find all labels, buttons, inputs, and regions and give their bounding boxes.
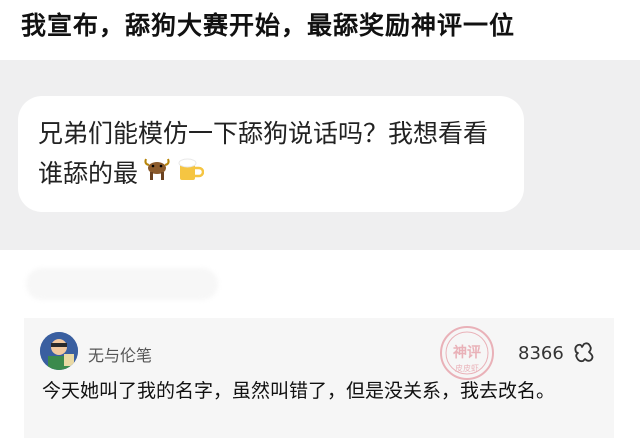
comment-card: 无与伦笔 神评 皮皮虾 8366 今天她叫了我的名字，虽然叫错了，但是没关系，我… xyxy=(24,318,614,438)
stamp-subtext: 皮皮虾 xyxy=(455,363,479,373)
stamp-icon: 神评 皮皮虾 xyxy=(438,324,496,382)
comment-text: 今天她叫了我的名字，虽然叫错了，但是没关系，我去改名。 xyxy=(42,380,556,402)
avatar[interactable] xyxy=(40,332,78,370)
beer-emoji-icon xyxy=(176,155,205,195)
bull-emoji-icon xyxy=(142,155,172,195)
message-text: 兄弟们能模仿一下舔狗说话吗？我想看看谁舔的最 xyxy=(38,119,489,188)
message-text-block: 兄弟们能模仿一下舔狗说话吗？我想看看谁舔的最 xyxy=(38,114,508,195)
username[interactable]: 无与伦笔 xyxy=(88,342,152,366)
post-screenshot: 兄弟们能模仿一下舔狗说话吗？我想看看谁舔的最 xyxy=(0,60,640,250)
like-icon[interactable] xyxy=(572,340,596,364)
blurred-content xyxy=(26,268,218,300)
message-bubble: 兄弟们能模仿一下舔狗说话吗？我想看看谁舔的最 xyxy=(18,96,524,212)
page-title: 我宣布，舔狗大赛开始，最舔奖励神评一位 xyxy=(21,11,516,40)
like-count: 8366 xyxy=(518,343,564,364)
stamp-text: 神评 xyxy=(453,344,481,361)
